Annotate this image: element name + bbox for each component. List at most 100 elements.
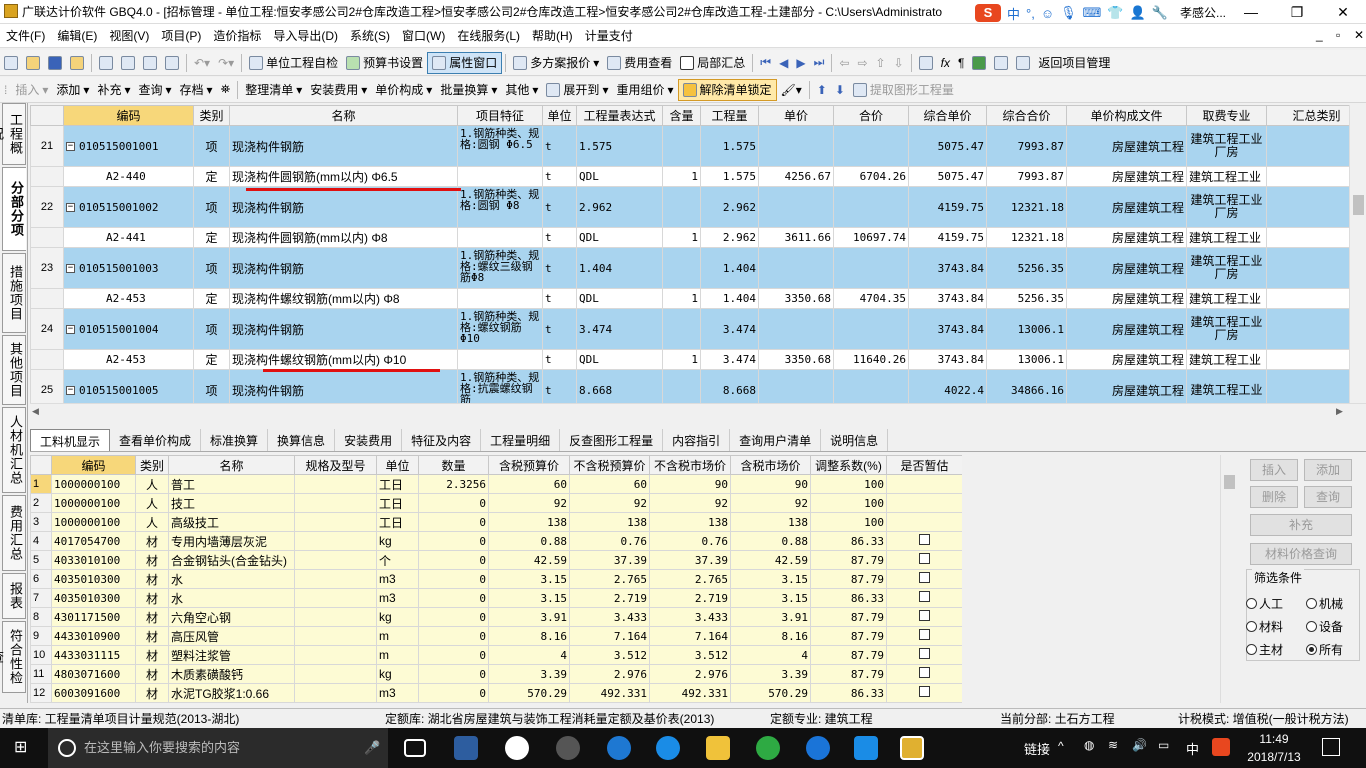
cut-button[interactable] <box>95 52 117 74</box>
nav-up-button[interactable]: ⇧ <box>872 52 890 74</box>
tidy-list-button[interactable]: 整理清单 ▾ <box>241 79 306 101</box>
cell-name[interactable]: 木质素磺酸钙 <box>168 664 295 684</box>
cell-fee-specialty[interactable]: 建筑工程工业 <box>1186 288 1267 309</box>
install-fee-button[interactable]: 安装费用 ▾ <box>306 79 371 101</box>
cell-price-file[interactable]: 房屋建筑工程 <box>1066 186 1187 228</box>
filter-labor-radio[interactable]: 人工 <box>1246 595 1283 612</box>
cell-code[interactable]: −010515001003 <box>63 247 194 289</box>
menu-payment[interactable]: 计量支付 <box>579 27 639 44</box>
cell-feature[interactable]: 1.钢筋种类、规格:螺纹三级钢筋Φ8 <box>457 247 543 289</box>
cell-name[interactable]: 六角空心钢 <box>168 607 295 627</box>
tab-fee-summary[interactable]: 费用汇总 <box>2 495 26 571</box>
cell-total[interactable]: 4704.35 <box>833 288 909 309</box>
spiral-app-icon[interactable] <box>556 736 580 760</box>
cell-type[interactable]: 项 <box>193 247 230 289</box>
cell-type[interactable]: 材 <box>135 531 169 551</box>
col-header-unit[interactable]: 单位 <box>376 455 419 475</box>
cell-total[interactable]: 11640.26 <box>833 349 909 370</box>
cell-unit[interactable]: kg <box>376 664 419 684</box>
cell-quantity[interactable]: 1.575 <box>700 166 759 187</box>
menu-edit[interactable]: 编辑(E) <box>51 27 103 44</box>
cell-unit-price[interactable] <box>758 125 834 167</box>
col-header-unit-price[interactable]: 单价 <box>758 105 834 126</box>
file-explorer-icon[interactable] <box>706 736 730 760</box>
cube-button[interactable] <box>968 52 990 74</box>
cell-price-file[interactable]: 房屋建筑工程 <box>1066 288 1187 309</box>
cell-unit[interactable]: m3 <box>376 588 419 608</box>
ime-indicator[interactable]: 中 <box>1186 739 1199 758</box>
resource-row[interactable]: 6 4035010300 材水 m3 0 3.15 2.765 2.765 3.15 87.79 <box>30 569 962 589</box>
cell-unit[interactable]: t <box>542 166 577 187</box>
cell-adjust-ratio[interactable]: 87.79 <box>810 550 887 570</box>
cell-price-file[interactable]: 房屋建筑工程 <box>1066 227 1187 248</box>
cell-type[interactable]: 人 <box>135 512 169 532</box>
nav-left-button[interactable]: ⇦ <box>835 52 853 74</box>
cell-composite-price[interactable]: 5075.47 <box>908 166 987 187</box>
cell-unit[interactable]: 工日 <box>376 493 419 513</box>
cell-provisional[interactable] <box>886 474 962 494</box>
cell-name[interactable]: 普工 <box>168 474 295 494</box>
cell-content[interactable] <box>662 308 701 350</box>
reuse-price-button[interactable]: 重用组价 ▾ <box>612 79 677 101</box>
cell-type[interactable]: 材 <box>135 569 169 589</box>
cell-content[interactable] <box>662 247 701 289</box>
cell-adjust-ratio[interactable]: 100 <box>810 512 887 532</box>
cell-composite-price[interactable]: 4159.75 <box>908 227 987 248</box>
checkbox-icon[interactable] <box>919 572 930 583</box>
cell-unit-price[interactable] <box>758 369 834 403</box>
cell-unit[interactable]: t <box>542 125 577 167</box>
cell-type[interactable]: 项 <box>193 125 230 167</box>
col-header-rownum[interactable] <box>30 455 52 475</box>
cell-unit[interactable]: t <box>542 186 577 228</box>
tab-query-user-list[interactable]: 查询用户清单 <box>730 429 822 451</box>
cell-name[interactable]: 现浇构件钢筋 <box>229 125 458 167</box>
cell-expression[interactable]: 1.575 <box>576 125 663 167</box>
cell-type[interactable]: 定 <box>193 227 230 248</box>
col-header-content[interactable]: 含量 <box>662 105 701 126</box>
skin-icon[interactable]: 👕 <box>1107 5 1123 21</box>
cell-fee-specialty[interactable]: 建筑工程工业 <box>1186 227 1267 248</box>
cell-quantity[interactable]: 3.474 <box>700 308 759 350</box>
cell-price-file[interactable]: 房屋建筑工程 <box>1066 349 1187 370</box>
tray-app-icon[interactable]: ◍ <box>1084 738 1094 752</box>
open-button[interactable] <box>22 52 44 74</box>
cell-composite-total[interactable]: 34866.16 <box>986 369 1067 403</box>
cell-spec[interactable] <box>294 569 377 589</box>
delete-button[interactable] <box>161 52 183 74</box>
cell-provisional[interactable] <box>886 645 962 665</box>
cell-composite-total[interactable]: 7993.87 <box>986 125 1067 167</box>
cell-name[interactable]: 高级技工 <box>168 512 295 532</box>
col-header-composite-price[interactable]: 综合单价 <box>908 105 987 126</box>
cell-provisional[interactable] <box>886 607 962 627</box>
cell-tax-market-price[interactable]: 90 <box>730 474 811 494</box>
cell-feature[interactable] <box>457 227 543 248</box>
cell-type[interactable]: 材 <box>135 626 169 646</box>
cell-notax-budget-price[interactable]: 2.765 <box>569 569 650 589</box>
cell-expression[interactable]: QDL <box>576 349 663 370</box>
menu-help[interactable]: 帮助(H) <box>526 27 579 44</box>
cell-name[interactable]: 水 <box>168 569 295 589</box>
cell-content[interactable] <box>662 125 701 167</box>
menu-file[interactable]: 文件(F) <box>0 27 51 44</box>
paste-button[interactable] <box>139 52 161 74</box>
cell-quantity[interactable]: 0 <box>418 512 489 532</box>
cell-total[interactable] <box>833 247 909 289</box>
internet-explorer-icon[interactable] <box>656 736 680 760</box>
inner-minimize-button[interactable]: _ <box>1310 28 1329 42</box>
cell-code[interactable]: −010515001005 <box>63 369 194 403</box>
doc-button[interactable] <box>1012 52 1034 74</box>
cell-content[interactable]: 1 <box>662 227 701 248</box>
col-header-fee-specialty[interactable]: 取费专业 <box>1186 105 1267 126</box>
cell-tax-market-price[interactable]: 0.88 <box>730 531 811 551</box>
cell-composite-price[interactable]: 4159.75 <box>908 186 987 228</box>
cell-code[interactable]: −010515001002 <box>63 186 194 228</box>
cell-composite-price[interactable]: 3743.84 <box>908 247 987 289</box>
row-number[interactable] <box>30 166 64 187</box>
cell-notax-budget-price[interactable]: 37.39 <box>569 550 650 570</box>
cell-type[interactable]: 定 <box>193 288 230 309</box>
supplement-button[interactable]: 补充 ▾ <box>93 79 134 101</box>
cell-name[interactable]: 现浇构件螺纹钢筋(mm以内) Φ10 <box>229 349 458 370</box>
cell-quantity[interactable]: 0 <box>418 683 489 703</box>
save-all-button[interactable] <box>66 52 88 74</box>
prev-record-button[interactable]: ◀ <box>775 52 792 74</box>
